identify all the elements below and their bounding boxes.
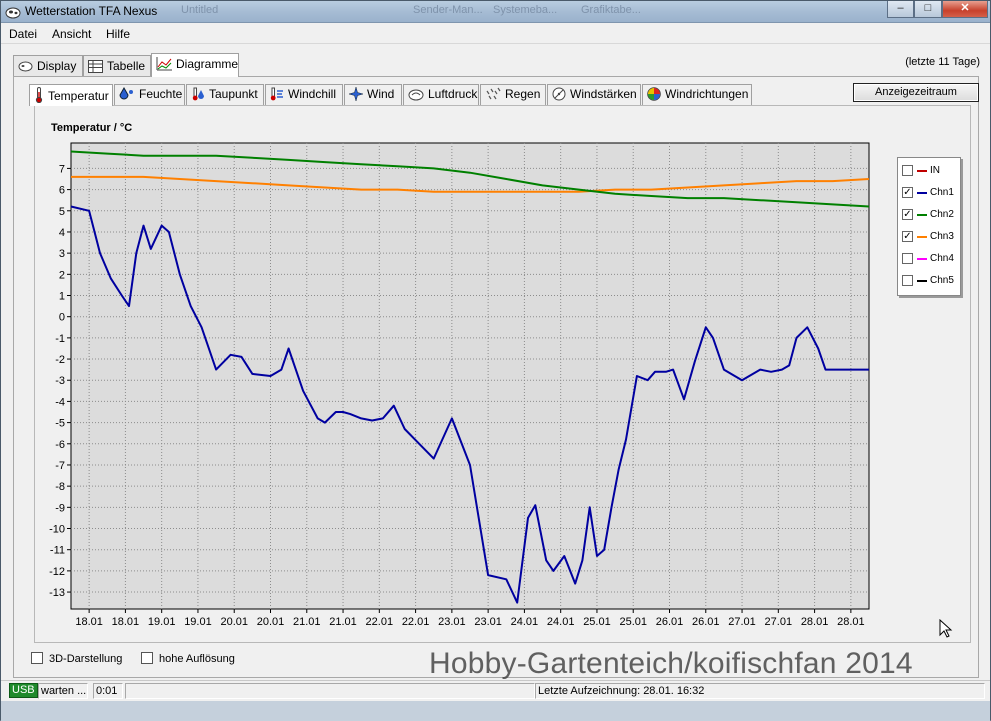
chart-legend: IN ✓ Chn1 ✓ Chn2 ✓ Chn3 Chn4 Chn5: [897, 157, 961, 296]
option-3d[interactable]: 3D-Darstellung: [31, 652, 122, 665]
usb-status-badge: USB: [9, 683, 38, 698]
legend-label: IN: [930, 165, 940, 176]
status-spacer: [125, 683, 535, 699]
tab-regen[interactable]: Regen: [480, 84, 546, 105]
display-period-button[interactable]: Anzeigezeitraum: [853, 83, 979, 102]
tab-temperatur[interactable]: Temperatur: [29, 84, 113, 106]
legend-checkbox[interactable]: [902, 165, 913, 176]
option-high-res-label: hohe Auflösung: [159, 653, 235, 665]
checkbox-3d[interactable]: [31, 652, 43, 664]
legend-checkbox[interactable]: [902, 275, 913, 286]
windforce-icon: [552, 87, 566, 101]
legend-item-chn2[interactable]: ✓ Chn2: [902, 208, 960, 222]
option-high-res[interactable]: hohe Auflösung: [141, 652, 235, 665]
legend-item-chn3[interactable]: ✓ Chn3: [902, 230, 960, 244]
tab-windstaerken[interactable]: Windstärken: [547, 84, 641, 105]
maximize-button[interactable]: □: [914, 1, 942, 18]
tab-luftdruck[interactable]: Luftdruck: [403, 84, 479, 105]
legend-swatch: [917, 214, 927, 216]
tab-label: Feuchte: [139, 87, 183, 101]
title-bar: Wetterstation TFA Nexus Untitled Sender-…: [1, 1, 990, 23]
status-state: warten ...: [38, 683, 88, 699]
app-icon: [5, 7, 21, 19]
tab-label: Taupunkt: [209, 87, 258, 101]
taskbar-strip: [1, 701, 990, 721]
tab-label: Diagramme: [176, 57, 239, 71]
tab-diagramme[interactable]: Diagramme: [151, 53, 239, 77]
menu-bar: Datei Ansicht Hilfe: [1, 24, 990, 44]
legend-swatch: [917, 258, 927, 260]
minimize-button[interactable]: –: [887, 1, 914, 18]
tab-label: Windchill: [288, 87, 337, 101]
chart-icon: [156, 57, 172, 71]
background-title: Untitled: [181, 4, 219, 16]
legend-label: Chn1: [930, 187, 954, 198]
legend-item-in[interactable]: IN: [902, 164, 960, 178]
tab-windchill[interactable]: Windchill: [265, 84, 343, 105]
tab-label: Luftdruck: [428, 87, 478, 101]
tab-label: Regen: [505, 87, 541, 101]
legend-label: Chn3: [930, 231, 954, 242]
legend-swatch: [917, 170, 927, 172]
background-title: Grafiktabe...: [581, 4, 641, 16]
menu-hilfe[interactable]: Hilfe: [106, 27, 130, 41]
display-icon: [18, 61, 33, 72]
chart-title: Temperatur / °C: [51, 122, 133, 134]
legend-checkbox[interactable]: ✓: [902, 187, 913, 198]
winddirection-icon: [647, 87, 661, 101]
tab-feuchte[interactable]: Feuchte: [114, 84, 185, 105]
tab-label: Temperatur: [48, 89, 109, 103]
status-last-record: Letzte Aufzeichnung: 28.01. 16:32: [535, 683, 985, 699]
tab-label: Windrichtungen: [665, 87, 749, 101]
tab-tabelle[interactable]: Tabelle: [83, 55, 151, 76]
legend-label: Chn5: [930, 275, 954, 286]
background-title: Systemeba...: [493, 4, 558, 16]
windchill-icon: [270, 87, 283, 101]
background-title: Sender-Man...: [413, 4, 483, 16]
pressure-icon: [408, 89, 424, 101]
humidity-icon: [119, 87, 133, 100]
range-label: (letzte 11 Tage): [905, 56, 980, 68]
tab-taupunkt[interactable]: Taupunkt: [186, 84, 264, 105]
legend-checkbox[interactable]: ✓: [902, 209, 913, 220]
close-button[interactable]: ✕: [942, 1, 988, 18]
legend-checkbox[interactable]: [902, 253, 913, 264]
tab-label: Display: [37, 59, 77, 73]
option-3d-label: 3D-Darstellung: [49, 653, 123, 665]
main-window: Wetterstation TFA Nexus Untitled Sender-…: [0, 0, 991, 721]
tab-windrichtungen[interactable]: Windrichtungen: [642, 84, 752, 105]
status-time: 0:01: [93, 683, 123, 699]
legend-checkbox[interactable]: ✓: [902, 231, 913, 242]
tab-label: Windstärken: [570, 87, 637, 101]
tab-display[interactable]: Display: [13, 55, 83, 76]
thermometer-icon: [35, 87, 43, 103]
window-title: Wetterstation TFA Nexus: [25, 4, 158, 18]
watermark: Hobby-Gartenteich/koifischfan 2014: [429, 647, 913, 680]
wind-icon: [349, 87, 363, 101]
mouse-cursor-icon: [939, 619, 953, 638]
legend-item-chn5[interactable]: Chn5: [902, 274, 960, 288]
legend-item-chn4[interactable]: Chn4: [902, 252, 960, 266]
legend-swatch: [917, 236, 927, 238]
dewpoint-icon: [192, 87, 204, 101]
chart-panel: [34, 105, 971, 643]
legend-swatch: [917, 280, 927, 282]
checkbox-high-res[interactable]: [141, 652, 153, 664]
tab-wind[interactable]: Wind: [344, 84, 402, 105]
rain-icon: [486, 87, 501, 100]
legend-swatch: [917, 192, 927, 194]
table-icon: [88, 60, 103, 73]
tab-label: Tabelle: [107, 59, 146, 73]
legend-item-chn1[interactable]: ✓ Chn1: [902, 186, 960, 200]
menu-ansicht[interactable]: Ansicht: [52, 27, 91, 41]
status-bar: USB warten ... 0:01 Letzte Aufzeichnung:…: [1, 680, 990, 700]
menu-datei[interactable]: Datei: [9, 27, 37, 41]
legend-label: Chn4: [930, 253, 954, 264]
legend-label: Chn2: [930, 209, 954, 220]
tab-label: Wind: [367, 87, 395, 101]
